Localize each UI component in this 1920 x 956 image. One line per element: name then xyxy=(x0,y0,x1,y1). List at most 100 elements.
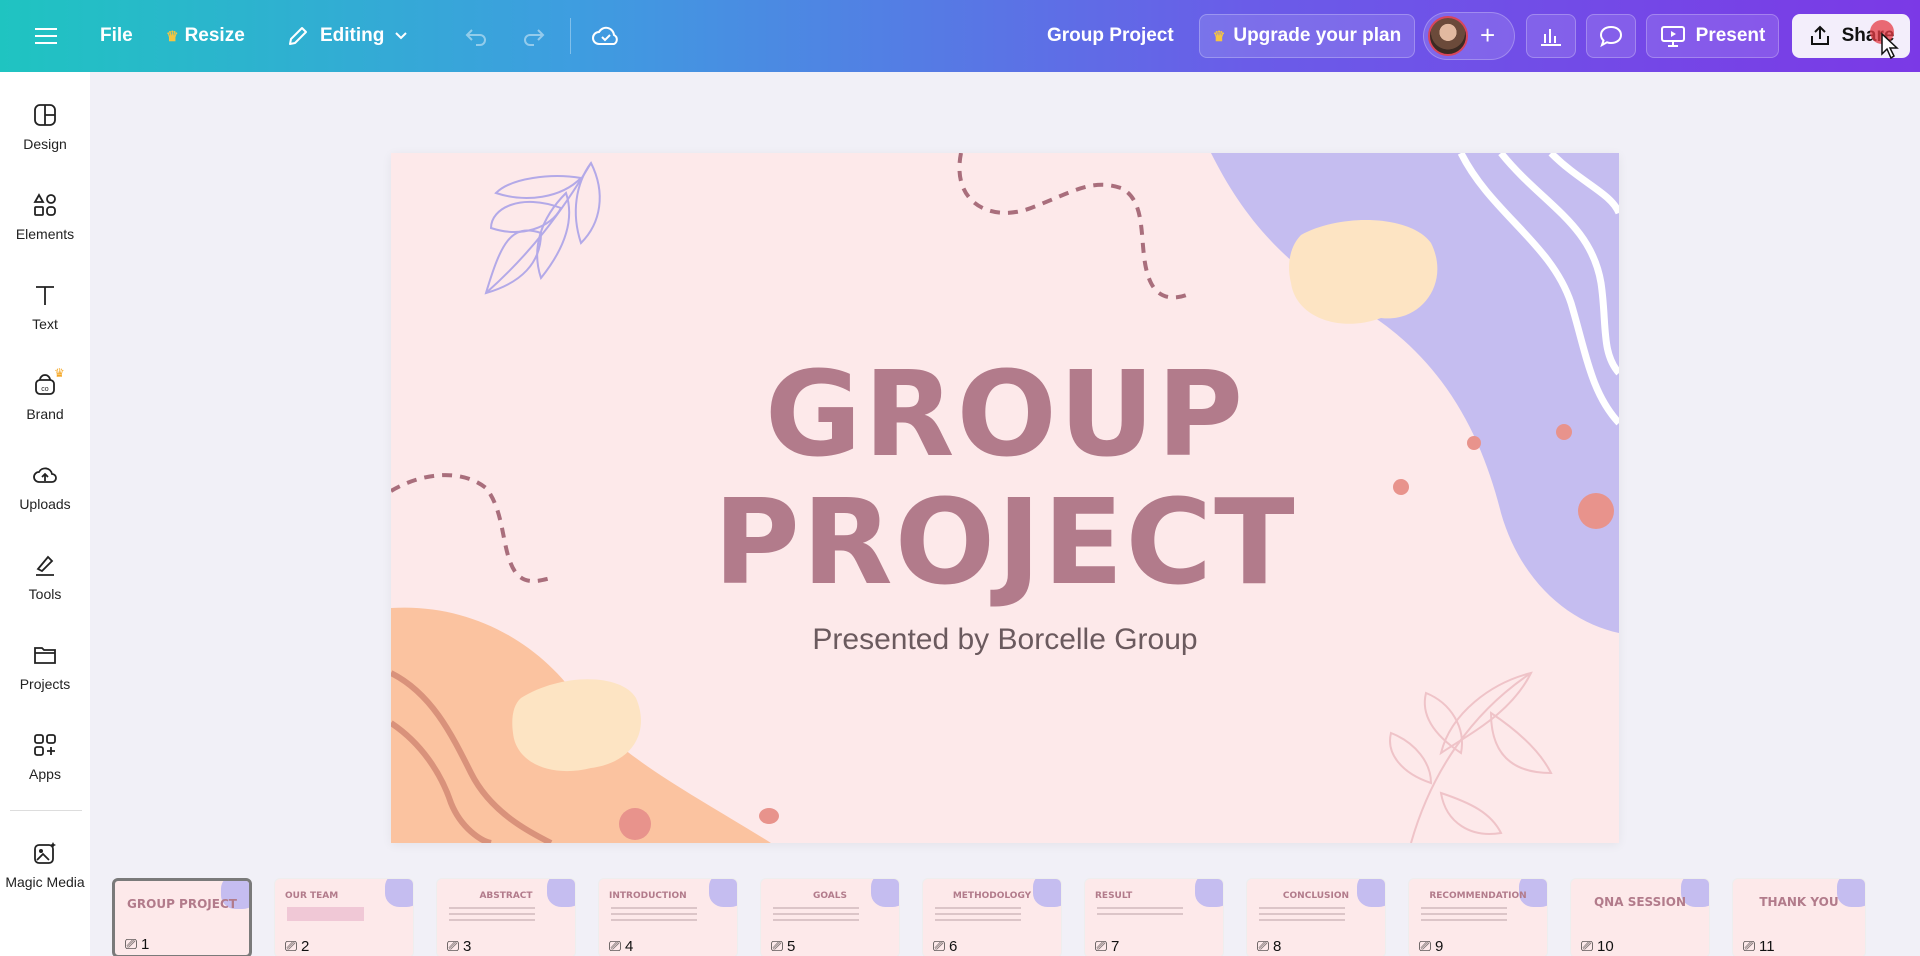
thumb-title: CONCLUSION xyxy=(1282,891,1350,901)
thumb-content xyxy=(1097,907,1183,919)
slide-thumbnail-9[interactable]: RECOMMENDATION ⎚ 9 xyxy=(1408,878,1548,956)
thumb-number: ⎚ 5 xyxy=(771,938,795,955)
resize-label: Resize xyxy=(184,25,245,46)
slide-thumbnail-11[interactable]: THANK YOU ⎚ 11 xyxy=(1732,878,1866,956)
thumb-content xyxy=(1259,907,1345,925)
collaborators-group[interactable]: + xyxy=(1423,12,1515,60)
sidebar-item-label: Brand xyxy=(26,406,64,422)
thumb-number-label: 1 xyxy=(141,936,150,953)
page-thumbnail-strip: GROUP PROJECT ⎚ 1 OUR TEAM ⎚ 2 ABSTRACT ⎚ 3… xyxy=(90,872,1920,956)
sidebar-item-brand[interactable]: ♛ co Brand xyxy=(0,366,90,422)
sidebar-item-magic-media[interactable]: Magic Media xyxy=(0,840,90,890)
thumb-title: THANK YOU xyxy=(1759,895,1839,909)
upgrade-label: Upgrade your plan xyxy=(1233,25,1402,46)
magic-media-icon xyxy=(34,842,56,864)
comments-button[interactable] xyxy=(1586,14,1636,58)
sidebar-item-uploads[interactable]: Uploads xyxy=(0,462,90,512)
thumb-number-label: 6 xyxy=(949,938,958,955)
editing-mode-dropdown[interactable]: Editing xyxy=(286,14,408,58)
crown-icon: ♛ xyxy=(166,27,179,44)
slide-title-line-1[interactable]: GROUP xyxy=(391,349,1619,479)
slide-thumbnail-3[interactable]: ABSTRACT ⎚ 3 xyxy=(436,878,576,956)
sidebar-item-projects[interactable]: Projects xyxy=(0,642,90,692)
hamburger-icon xyxy=(35,28,57,44)
thumb-title: GOALS xyxy=(813,891,847,901)
thumb-number: ⎚ 10 xyxy=(1581,938,1614,955)
slide-thumbnail-4[interactable]: INTRODUCTION ⎚ 4 xyxy=(598,878,738,956)
slide-canvas[interactable]: GROUP PROJECT Presented by Borcelle Grou… xyxy=(391,153,1619,843)
thumb-title: OUR TEAM xyxy=(285,891,339,901)
thumb-number: ⎚ 1 xyxy=(125,936,149,953)
thumb-title: RECOMMENDATION xyxy=(1429,891,1527,901)
slide-thumbnail-5[interactable]: GOALS ⎚ 5 xyxy=(760,878,900,956)
apps-icon xyxy=(34,734,56,756)
present-icon: ⎚ xyxy=(771,938,784,955)
mouse-pointer-icon xyxy=(1881,32,1899,60)
sidebar-item-label: Design xyxy=(23,136,67,152)
comment-icon xyxy=(1599,25,1623,48)
tools-icon xyxy=(36,555,54,576)
present-icon: ⎚ xyxy=(1257,938,1270,955)
uploads-icon xyxy=(33,467,57,483)
thumb-number-label: 11 xyxy=(1759,938,1775,955)
present-icon: ⎚ xyxy=(1743,938,1756,955)
slide-title-line-2[interactable]: PROJECT xyxy=(391,477,1619,607)
present-icon: ⎚ xyxy=(1419,938,1432,955)
present-icon: ⎚ xyxy=(125,936,138,953)
sidebar-item-text[interactable]: Text xyxy=(0,282,90,332)
sidebar-item-label: Text xyxy=(32,316,58,332)
thumb-content xyxy=(1421,907,1507,925)
slide-thumbnail-2[interactable]: OUR TEAM ⎚ 2 xyxy=(274,878,414,956)
main-menu-button[interactable] xyxy=(28,14,64,58)
thumb-number: ⎚ 3 xyxy=(447,938,471,955)
sidebar-item-apps[interactable]: Apps xyxy=(0,732,90,782)
avatar[interactable] xyxy=(1428,16,1468,56)
analytics-button[interactable] xyxy=(1526,14,1576,58)
thumb-number-label: 8 xyxy=(1273,938,1282,955)
document-title[interactable]: Group Project xyxy=(1047,14,1174,58)
share-upload-icon xyxy=(1810,25,1829,45)
slide-thumbnail-7[interactable]: RESULT ⎚ 7 xyxy=(1084,878,1224,956)
file-menu-button[interactable]: File xyxy=(100,14,133,58)
slide-thumbnail-1[interactable]: GROUP PROJECT ⎚ 1 xyxy=(112,878,252,956)
thumb-number-label: 4 xyxy=(625,938,634,955)
present-icon xyxy=(1660,26,1685,47)
thumb-number: ⎚ 11 xyxy=(1743,938,1775,955)
sidebar-item-label: Elements xyxy=(15,226,75,242)
folder-icon xyxy=(34,647,56,664)
slide-thumbnail-6[interactable]: METHODOLOGY ⎚ 6 xyxy=(922,878,1062,956)
sidebar-item-label: Apps xyxy=(29,766,61,782)
present-icon: ⎚ xyxy=(1095,938,1108,955)
save-status-button[interactable] xyxy=(588,14,624,58)
sidebar-item-design[interactable]: Design xyxy=(0,102,90,152)
crown-icon: ♛ xyxy=(1212,27,1226,44)
upgrade-plan-button[interactable]: ♛ Upgrade your plan xyxy=(1199,14,1415,58)
thumb-content xyxy=(449,907,535,925)
thumb-title: ABSTRACT xyxy=(479,891,533,901)
thumb-title: QNA SESSION xyxy=(1593,895,1686,909)
present-icon: ⎚ xyxy=(609,938,622,955)
thumb-number: ⎚ 8 xyxy=(1257,938,1281,955)
thumb-number-label: 2 xyxy=(301,938,310,955)
present-button[interactable]: Present xyxy=(1646,14,1779,58)
thumb-number-label: 5 xyxy=(787,938,796,955)
sidebar-divider xyxy=(10,810,82,811)
cloud-check-icon xyxy=(592,26,618,45)
add-collaborator-icon[interactable]: + xyxy=(1480,22,1495,48)
present-icon: ⎚ xyxy=(933,938,946,955)
top-toolbar: File ♛ Resize Editing Group Project ♛ Up… xyxy=(0,0,1920,72)
sidebar-item-tools[interactable]: Tools xyxy=(0,552,90,602)
present-label: Present xyxy=(1695,25,1766,46)
thumb-number: ⎚ 2 xyxy=(285,938,309,955)
slide-thumbnail-8[interactable]: CONCLUSION ⎚ 8 xyxy=(1246,878,1386,956)
sidebar-item-label: Magic Media xyxy=(5,874,85,890)
slide-subtitle[interactable]: Presented by Borcelle Group xyxy=(391,623,1619,657)
redo-button[interactable] xyxy=(516,14,552,58)
thumb-number: ⎚ 7 xyxy=(1095,938,1119,955)
sidebar-item-elements[interactable]: Elements xyxy=(0,192,90,242)
undo-button[interactable] xyxy=(458,14,494,58)
slide-thumbnail-10[interactable]: QNA SESSION ⎚ 10 xyxy=(1570,878,1710,956)
thumb-number-label: 9 xyxy=(1435,938,1444,955)
resize-button[interactable]: ♛ Resize xyxy=(166,14,245,58)
pencil-icon xyxy=(289,27,307,45)
